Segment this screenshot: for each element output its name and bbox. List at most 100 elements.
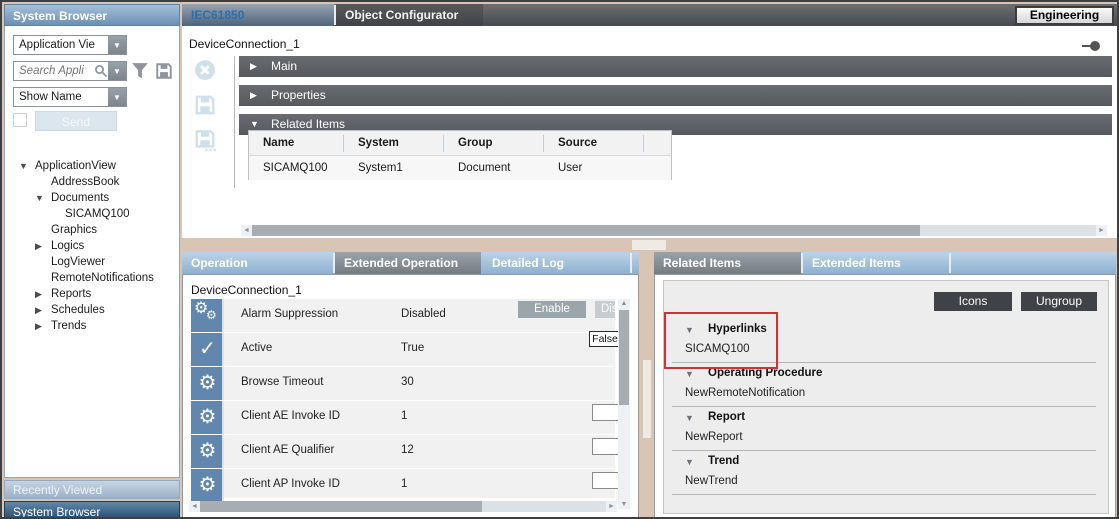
group-hyperlinks: ▼ Hyperlinks SICAMQ100: [672, 319, 1096, 363]
expander-icon[interactable]: ▼: [35, 193, 44, 203]
list-item[interactable]: NewTrend: [672, 475, 1096, 490]
horizontal-splitter[interactable]: [182, 238, 1119, 252]
gear-icon: ⚙: [191, 435, 224, 468]
tree-item-logics[interactable]: ▶ Logics: [5, 239, 175, 255]
icons-button[interactable]: Icons: [934, 292, 1012, 311]
tree-item-remotenotifications[interactable]: RemoteNotifications: [5, 271, 175, 287]
property-row[interactable]: ⚙ Client AE Qualifier 12: [191, 435, 615, 468]
scrollbar-thumb[interactable]: [252, 225, 920, 236]
column-header[interactable]: Name: [249, 135, 344, 152]
tree-item-reports[interactable]: ▶ Reports: [5, 287, 175, 303]
table-row[interactable]: SICAMQ100 System1 Document User: [249, 156, 671, 180]
tree-item-applicationview[interactable]: ▼ ApplicationView: [5, 159, 175, 175]
disable-button[interactable]: Disable: [595, 301, 615, 318]
horizontal-scrollbar[interactable]: ◄ ►: [241, 225, 1107, 236]
search-input[interactable]: [14, 64, 94, 78]
property-row[interactable]: ⚙⚙ Alarm Suppression Disabled Enable Dis…: [191, 299, 615, 332]
scroll-left-icon[interactable]: ◄: [241, 227, 252, 234]
save-filter-icon[interactable]: [155, 62, 173, 80]
expander-icon[interactable]: ▶: [35, 241, 42, 252]
tree-item-sicamq100[interactable]: SICAMQ100: [5, 207, 175, 223]
view-dropdown-value: Application Vie: [14, 39, 108, 51]
tab-separator: [630, 253, 632, 273]
tab-object-configurator[interactable]: Object Configurator: [336, 4, 483, 26]
engineering-button[interactable]: Engineering: [1015, 6, 1114, 25]
tab-related-items[interactable]: Related Items: [654, 252, 801, 274]
scroll-right-icon[interactable]: ►: [606, 503, 617, 510]
scrollbar-track[interactable]: [482, 501, 606, 512]
system-browser-footer-bar[interactable]: System Browser: [4, 501, 180, 519]
expanded-icon[interactable]: ▼: [685, 369, 694, 379]
expander-icon[interactable]: ▶: [35, 321, 42, 332]
tree-item-schedules[interactable]: ▶ Schedules: [5, 303, 175, 319]
expanded-icon[interactable]: ▼: [685, 325, 694, 335]
tree-item-documents[interactable]: ▼ Documents: [5, 191, 175, 207]
scroll-up-icon[interactable]: ▲: [618, 300, 630, 307]
property-row[interactable]: ⚙ Client AE Invoke ID 1: [191, 401, 615, 434]
collapsed-icon[interactable]: ▶: [250, 85, 257, 106]
pin-icon[interactable]: [1090, 41, 1100, 51]
tree-item-logviewer[interactable]: LogViewer: [5, 255, 175, 271]
collapsed-icon[interactable]: ▶: [250, 56, 257, 77]
scroll-left-icon[interactable]: ◄: [189, 503, 200, 510]
tab-operation[interactable]: Operation: [182, 252, 333, 274]
tree-item-addressbook[interactable]: AddressBook: [5, 175, 175, 191]
scroll-down-icon[interactable]: ▼: [618, 501, 630, 508]
send-checkbox[interactable]: [13, 113, 27, 127]
ungroup-button[interactable]: Ungroup: [1021, 292, 1097, 311]
tab-extended-operation[interactable]: Extended Operation: [335, 252, 481, 274]
send-button[interactable]: Send: [35, 111, 117, 131]
horizontal-scrollbar[interactable]: ◄ ►: [189, 501, 617, 512]
chevron-down-icon[interactable]: ▼: [108, 62, 126, 80]
scrollbar-thumb[interactable]: [200, 501, 482, 512]
scrollbar-thumb[interactable]: [619, 310, 629, 405]
show-name-dropdown[interactable]: Show Name ▼: [13, 87, 127, 107]
false-button[interactable]: False: [589, 331, 621, 347]
gears-icon: ⚙⚙: [191, 299, 224, 332]
related-tab-bar: Related Items Extended Items: [654, 252, 1116, 274]
property-row[interactable]: ✓ Active True False: [191, 333, 615, 366]
list-item[interactable]: NewRemoteNotification: [672, 387, 1096, 402]
gear-icon: ⚙: [191, 469, 224, 502]
close-icon[interactable]: [194, 59, 216, 81]
tab-separator: [949, 253, 951, 273]
section-main[interactable]: ▶ Main: [239, 56, 1112, 77]
expander-icon[interactable]: ▶: [35, 289, 42, 300]
property-row[interactable]: ⚙ Client AP Invoke ID 1: [191, 469, 615, 498]
operation-panel: Operation Extended Operation Detailed Lo…: [182, 252, 639, 519]
save-icon[interactable]: [194, 94, 216, 116]
tree-item-trends[interactable]: ▶ Trends: [5, 319, 175, 335]
expanded-icon[interactable]: ▼: [685, 457, 694, 467]
vertical-scrollbar[interactable]: ▲ ▼: [618, 299, 630, 509]
table-header-row: Name System Group Source: [249, 131, 671, 156]
expanded-icon[interactable]: ▼: [685, 413, 694, 423]
section-properties[interactable]: ▶ Properties: [239, 85, 1112, 106]
tab-detailed-log[interactable]: Detailed Log: [483, 252, 630, 274]
list-item[interactable]: NewReport: [672, 431, 1096, 446]
save-as-icon[interactable]: [194, 130, 216, 152]
property-row[interactable]: ⚙ Browse Timeout 30: [191, 367, 615, 400]
column-header[interactable]: System: [344, 135, 444, 152]
expander-icon[interactable]: ▼: [19, 161, 28, 171]
column-header[interactable]: Source: [544, 135, 644, 152]
splitter-handle[interactable]: [643, 360, 651, 438]
filter-icon[interactable]: [131, 62, 149, 80]
list-item[interactable]: SICAMQ100: [672, 343, 1096, 358]
search-combo[interactable]: ▼: [13, 61, 127, 81]
recently-viewed-bar[interactable]: Recently Viewed: [4, 480, 180, 499]
scrollbar-track[interactable]: [920, 225, 1096, 236]
tab-extended-items[interactable]: Extended Items: [803, 252, 949, 274]
chevron-down-icon[interactable]: ▼: [108, 88, 126, 106]
tree-item-graphics[interactable]: Graphics: [5, 223, 175, 239]
column-header[interactable]: Group: [444, 135, 544, 152]
tab-iec61850[interactable]: IEC61850: [182, 4, 334, 26]
expander-icon[interactable]: ▶: [35, 305, 42, 316]
vertical-splitter[interactable]: [639, 252, 654, 519]
chevron-down-icon[interactable]: ▼: [108, 36, 126, 54]
view-dropdown[interactable]: Application Vie ▼: [13, 35, 127, 55]
toolbar-separator: [234, 56, 235, 188]
enable-button[interactable]: Enable: [518, 301, 586, 318]
scroll-right-icon[interactable]: ►: [1096, 227, 1107, 234]
related-groups: ▼ Hyperlinks SICAMQ100 ▼ Operating Proce…: [664, 319, 1108, 495]
splitter-handle[interactable]: [632, 240, 666, 250]
